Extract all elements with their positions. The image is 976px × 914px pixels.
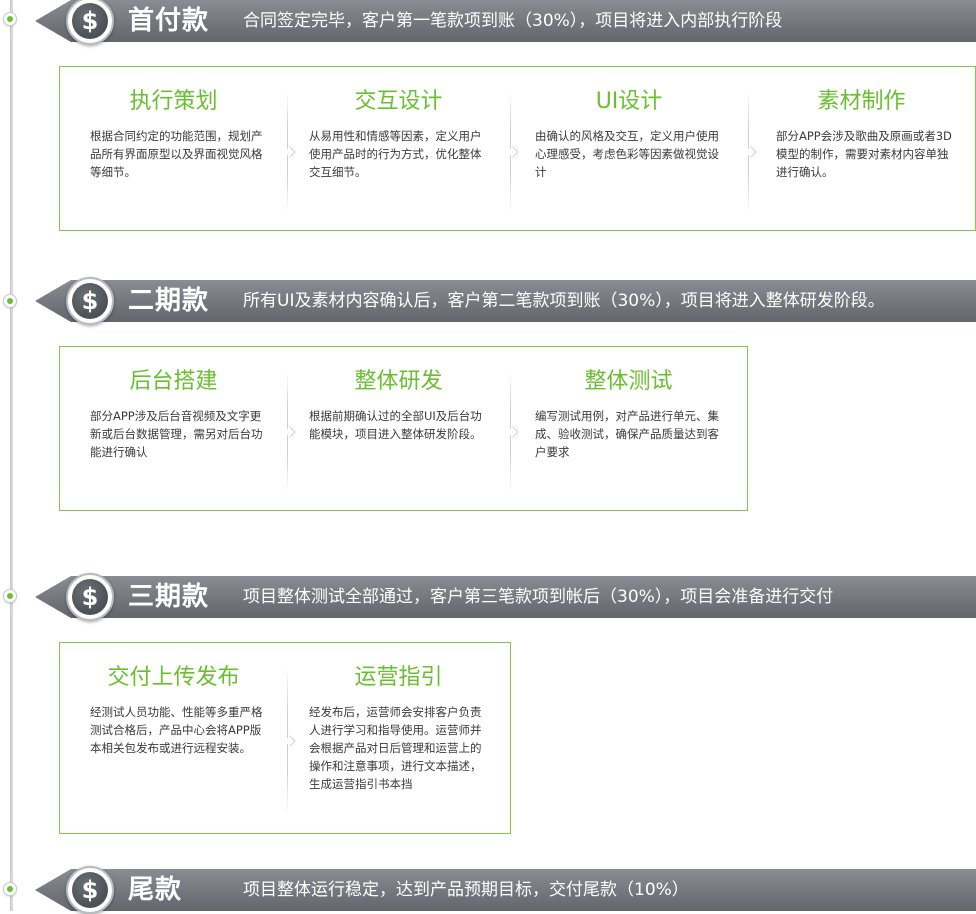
phase-name: 首付款 — [128, 6, 210, 36]
step-title: 运营指引 — [354, 665, 443, 690]
step-card: 交互设计 从易用性和情感等因素，定义用户使用产品时的行为方式，优化整体交互细节。 — [287, 67, 510, 230]
step-text: 从易用性和情感等因素，定义用户使用产品时的行为方式，优化整体交互细节。 — [309, 129, 482, 179]
phase-description: 项目整体测试全部通过，客户第三笔款项到帐后（30%），项目会准备进行交付 — [243, 587, 834, 607]
step-card: 整体研发 根据前期确认过的全部UI及后台功能模块，项目进入整体研发阶段。 — [287, 347, 510, 510]
phase-name: 二期款 — [128, 286, 210, 316]
coin-symbol: $ — [72, 579, 108, 615]
step-text: 根据前期确认过的全部UI及后台功能模块，项目进入整体研发阶段。 — [309, 409, 482, 441]
phase-steps-box: 交付上传发布 经测试人员功能、性能等多重严格测试合格后，产品中心会将APP版本相… — [59, 642, 511, 834]
phase-name: 尾款 — [128, 875, 183, 905]
timeline-dot — [3, 589, 17, 603]
step-card: 整体测试 编写测试用例，对产品进行单元、集成、验收测试，确保产品质量达到客户要求 — [510, 347, 747, 510]
step-text: 编写测试用例，对产品进行单元、集成、验收测试，确保产品质量达到客户要求 — [535, 409, 719, 459]
timeline-dot — [3, 294, 17, 308]
step-card: 后台搭建 部分APP涉及后台音视频及文字更新或后台数据管理，需另对后台功能进行确… — [60, 347, 287, 510]
step-title: 交付上传发布 — [107, 665, 240, 690]
timeline-line — [10, 0, 13, 911]
phase-steps-box: 后台搭建 部分APP涉及后台音视频及文字更新或后台数据管理，需另对后台功能进行确… — [59, 346, 748, 511]
step-card: 执行策划 根据合同约定的功能范围，规划产品所有界面原型以及界面视觉风格等细节。 — [60, 67, 287, 230]
step-title: 素材制作 — [817, 89, 906, 114]
timeline-dot — [3, 12, 17, 26]
phase-steps-box: 执行策划 根据合同约定的功能范围，规划产品所有界面原型以及界面视觉风格等细节。 … — [59, 66, 976, 231]
step-card: 运营指引 经发布后，运营师会安排客户负责人进行学习和指导使用。运营师并会根据产品… — [287, 643, 510, 833]
step-text: 经发布后，运营师会安排客户负责人进行学习和指导使用。运营师并会根据产品对日后管理… — [309, 705, 482, 791]
step-title: 执行策划 — [129, 89, 218, 114]
step-title: UI设计 — [595, 89, 663, 114]
coin-symbol: $ — [72, 283, 108, 319]
phase-description: 项目整体运行稳定，达到产品预期目标，交付尾款（10%） — [243, 880, 689, 900]
step-text: 部分APP涉及后台音视频及文字更新或后台数据管理，需另对后台功能进行确认 — [90, 409, 263, 459]
timeline-dot — [3, 882, 17, 896]
phase-description: 所有UI及素材内容确认后，客户第二笔款项到账（30%），项目将进入整体研发阶段。 — [243, 291, 885, 311]
step-title: 整体研发 — [354, 369, 443, 394]
step-title: 整体测试 — [584, 369, 673, 394]
step-card: 交付上传发布 经测试人员功能、性能等多重严格测试合格后，产品中心会将APP版本相… — [60, 643, 287, 833]
step-title: 交互设计 — [354, 89, 443, 114]
step-text: 经测试人员功能、性能等多重严格测试合格后，产品中心会将APP版本相关包发布或进行… — [90, 705, 263, 755]
step-text: 根据合同约定的功能范围，规划产品所有界面原型以及界面视觉风格等细节。 — [90, 129, 263, 179]
step-card: 素材制作 部分APP会涉及歌曲及原画或者3D模型的制作，需要对素材内容单独进行确… — [748, 67, 975, 230]
dollar-coin-icon: $ — [66, 866, 114, 914]
coin-symbol: $ — [72, 872, 108, 908]
step-card: UI设计 由确认的风格及交互，定义用户使用心理感受，考虑色彩等因素做视觉设计 — [510, 67, 748, 230]
dollar-coin-icon: $ — [66, 573, 114, 621]
step-text: 由确认的风格及交互，定义用户使用心理感受，考虑色彩等因素做视觉设计 — [535, 129, 719, 179]
step-text: 部分APP会涉及歌曲及原画或者3D模型的制作，需要对素材内容单独进行确认。 — [776, 129, 952, 179]
step-title: 后台搭建 — [129, 369, 218, 394]
phase-name: 三期款 — [128, 582, 210, 612]
phase-description: 合同签定完毕，客户第一笔款项到账（30%），项目将进入内部执行阶段 — [243, 11, 783, 31]
coin-symbol: $ — [72, 3, 108, 39]
dollar-coin-icon: $ — [66, 277, 114, 325]
